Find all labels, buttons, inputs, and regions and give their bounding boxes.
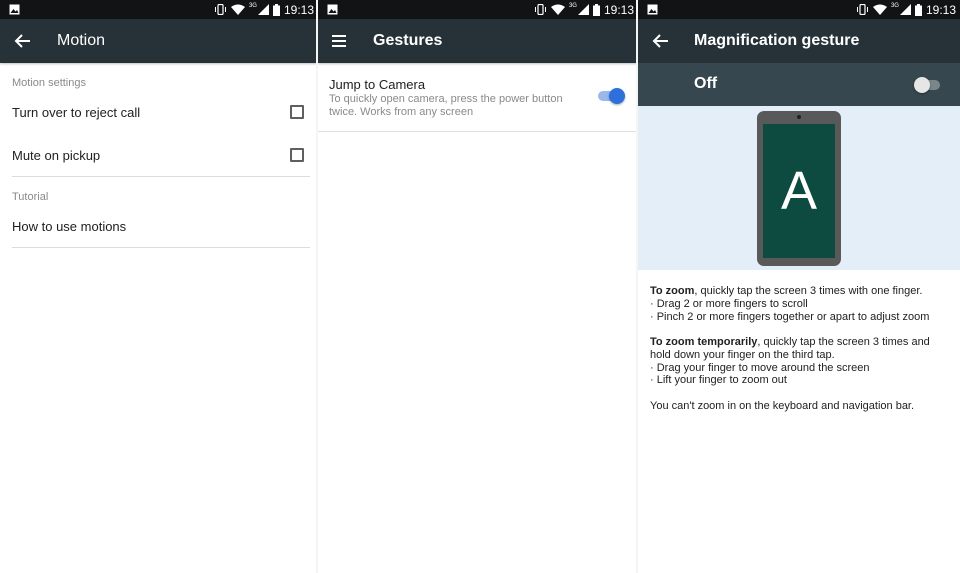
zoom-bold: To zoom (650, 285, 695, 297)
wifi-icon (230, 4, 245, 15)
temp-heading-line: To zoom temporarily, quickly tap the scr… (650, 336, 950, 362)
magnification-switch-bar[interactable]: Off (638, 63, 960, 106)
turn-over-reject-label[interactable]: Turn over to reject call (12, 105, 140, 120)
divider (12, 247, 310, 248)
zoom-heading-line: To zoom, quickly tap the screen 3 times … (650, 285, 950, 298)
divider (12, 176, 310, 177)
vibrate-icon (214, 4, 226, 15)
status-bar: 3G 19:13 (318, 0, 638, 19)
status-time: 19:13 (603, 2, 634, 17)
status-time: 19:13 (283, 2, 314, 17)
network-type: 3G (890, 2, 899, 9)
vibrate-icon (534, 4, 546, 15)
back-arrow-icon[interactable] (12, 30, 34, 52)
vibrate-icon (856, 4, 868, 15)
phone-screen: A (763, 124, 835, 258)
status-bar: 3G 19:13 (638, 0, 960, 19)
keyboard-note: You can't zoom in on the keyboard and na… (650, 400, 915, 412)
toggle-thumb (609, 88, 625, 104)
zoom-bullet: · Pinch 2 or more fingers together or ap… (650, 310, 930, 323)
wifi-icon (550, 4, 565, 15)
page-title: Magnification gesture (694, 32, 860, 49)
phone-illustration: A (638, 106, 960, 270)
menu-icon[interactable] (328, 30, 350, 52)
jump-to-camera-title: Jump to Camera (329, 77, 426, 92)
jump-to-camera-toggle[interactable] (598, 88, 625, 104)
app-bar: Gestures (318, 19, 638, 63)
page-title: Gestures (373, 32, 443, 49)
mute-on-pickup-label[interactable]: Mute on pickup (12, 148, 100, 163)
signal-icon (257, 4, 269, 15)
turn-over-reject-checkbox[interactable] (290, 105, 304, 119)
phone-icon: A (757, 111, 841, 266)
zoom-rest: , quickly tap the screen 3 times with on… (694, 285, 923, 297)
image-icon (327, 4, 338, 15)
temp-zoom-instructions: To zoom temporarily, quickly tap the scr… (650, 336, 950, 387)
battery-icon (592, 3, 600, 16)
app-bar: Motion (0, 19, 318, 63)
toggle-thumb (914, 77, 930, 93)
status-time: 19:13 (925, 2, 956, 17)
image-icon (9, 4, 20, 15)
section-header-tutorial: Tutorial (12, 191, 49, 203)
zoom-bullet: · Drag 2 or more fingers to scroll (650, 297, 808, 310)
section-header-motion-settings: Motion settings (12, 77, 86, 89)
gestures-screen: 3G 19:13 Gestures Jump to Camera To quic… (318, 0, 638, 573)
image-icon (647, 4, 658, 15)
zoom-instructions: To zoom, quickly tap the screen 3 times … (650, 285, 950, 323)
signal-icon (899, 4, 911, 15)
temp-bullet: · Drag your finger to move around the sc… (650, 361, 870, 374)
wifi-icon (872, 4, 887, 15)
temp-bold: To zoom temporarily (650, 336, 758, 348)
phone-camera (797, 115, 801, 119)
network-type: 3G (248, 2, 257, 9)
motion-screen: 3G 19:13 Motion Motion settings Turn ove… (0, 0, 318, 573)
status-bar: 3G 19:13 (0, 0, 318, 19)
signal-icon (577, 4, 589, 15)
how-to-use-motions-item[interactable]: How to use motions (12, 219, 126, 234)
network-type: 3G (568, 2, 577, 9)
app-bar: Magnification gesture (638, 19, 960, 63)
divider (318, 131, 638, 132)
switch-state-label: Off (694, 75, 718, 92)
magnification-toggle[interactable] (914, 77, 940, 93)
temp-bullet: · Lift your finger to zoom out (650, 374, 787, 387)
mute-on-pickup-checkbox[interactable] (290, 148, 304, 162)
battery-icon (272, 3, 280, 16)
magnification-screen: 3G 19:13 Magnification gesture Off A To … (638, 0, 960, 573)
illustration-letter: A (780, 161, 818, 221)
back-arrow-icon[interactable] (650, 30, 672, 52)
battery-icon (914, 3, 922, 16)
jump-to-camera-subtitle: To quickly open camera, press the power … (329, 93, 563, 118)
page-title: Motion (57, 32, 106, 49)
